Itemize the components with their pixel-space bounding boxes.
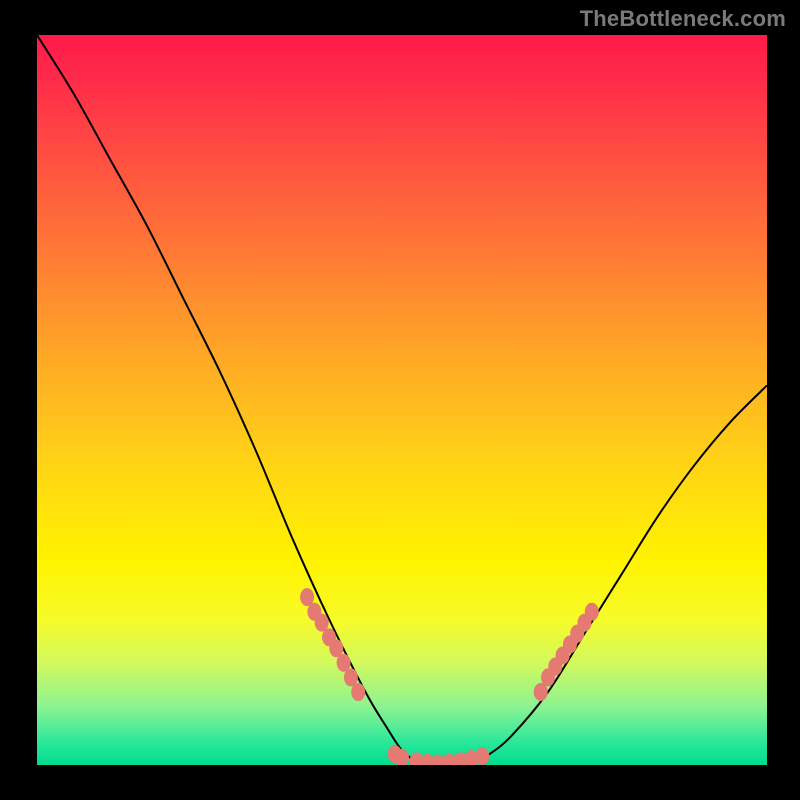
chart-frame: TheBottleneck.com [0, 0, 800, 800]
marker-dot [351, 683, 365, 701]
curve-markers [300, 588, 599, 765]
bottleneck-curve [37, 35, 767, 765]
plot-area [37, 35, 767, 765]
watermark-text: TheBottleneck.com [580, 6, 786, 32]
curve-layer [37, 35, 767, 765]
marker-dot [475, 747, 489, 765]
marker-dot [585, 603, 599, 621]
